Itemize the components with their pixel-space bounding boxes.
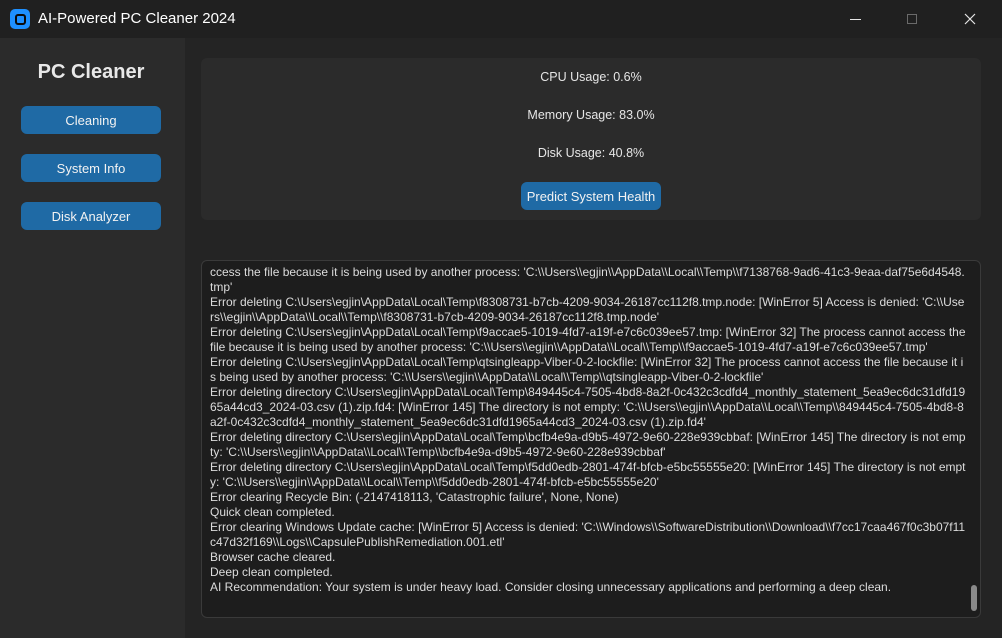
cleaning-button[interactable]: Cleaning — [21, 106, 161, 134]
log-output: ccess the file because it is being used … — [210, 265, 966, 595]
disk-analyzer-button[interactable]: Disk Analyzer — [21, 202, 161, 230]
disk-usage-label: Disk Usage: 40.8% — [537, 146, 645, 160]
log-line: Error deleting directory C:\Users\egjin\… — [210, 385, 966, 429]
log-line: Quick clean completed. — [210, 505, 335, 519]
minimize-icon — [849, 18, 861, 20]
log-line: Error deleting C:\Users\egjin\AppData\Lo… — [210, 295, 965, 324]
close-icon — [964, 13, 976, 25]
log-line: Browser cache cleared. — [210, 550, 336, 564]
app-window: AI-Powered PC Cleaner 2024 PC Cleaner Cl… — [0, 0, 1002, 638]
log-line: Error clearing Windows Update cache: [Wi… — [210, 520, 966, 549]
window-title: AI-Powered PC Cleaner 2024 — [38, 10, 236, 27]
log-line: Error clearing Recycle Bin: (-2147418113… — [210, 490, 619, 504]
close-button[interactable] — [947, 0, 993, 38]
memory-usage-label: Memory Usage: 83.0% — [527, 108, 655, 122]
maximize-icon — [907, 14, 917, 24]
log-line: Error deleting directory C:\Users\egjin\… — [210, 460, 966, 489]
sidebar: PC Cleaner Cleaning System Info Disk Ana… — [0, 38, 185, 638]
log-line: ccess the file because it is being used … — [210, 265, 965, 294]
log-line: Error deleting C:\Users\egjin\AppData\Lo… — [210, 325, 969, 354]
log-line: Error deleting C:\Users\egjin\AppData\Lo… — [210, 355, 964, 384]
system-info-button[interactable]: System Info — [21, 154, 161, 182]
sidebar-title: PC Cleaner — [37, 61, 145, 83]
log-textbox[interactable]: ccess the file because it is being used … — [201, 260, 981, 618]
maximize-button[interactable] — [889, 0, 935, 38]
cpu-usage-label: CPU Usage: 0.6% — [540, 70, 642, 84]
log-line: Error deleting directory C:\Users\egjin\… — [210, 430, 966, 459]
app-icon — [10, 9, 30, 29]
log-scrollbar-thumb[interactable] — [971, 585, 977, 611]
predict-system-health-button[interactable]: Predict System Health — [521, 182, 661, 210]
system-stats-panel: CPU Usage: 0.6% Memory Usage: 83.0% Disk… — [201, 58, 981, 220]
minimize-button[interactable] — [832, 0, 878, 38]
log-line: AI Recommendation: Your system is under … — [210, 580, 892, 594]
log-line: Deep clean completed. — [210, 565, 333, 579]
title-bar[interactable]: AI-Powered PC Cleaner 2024 — [0, 0, 1002, 38]
